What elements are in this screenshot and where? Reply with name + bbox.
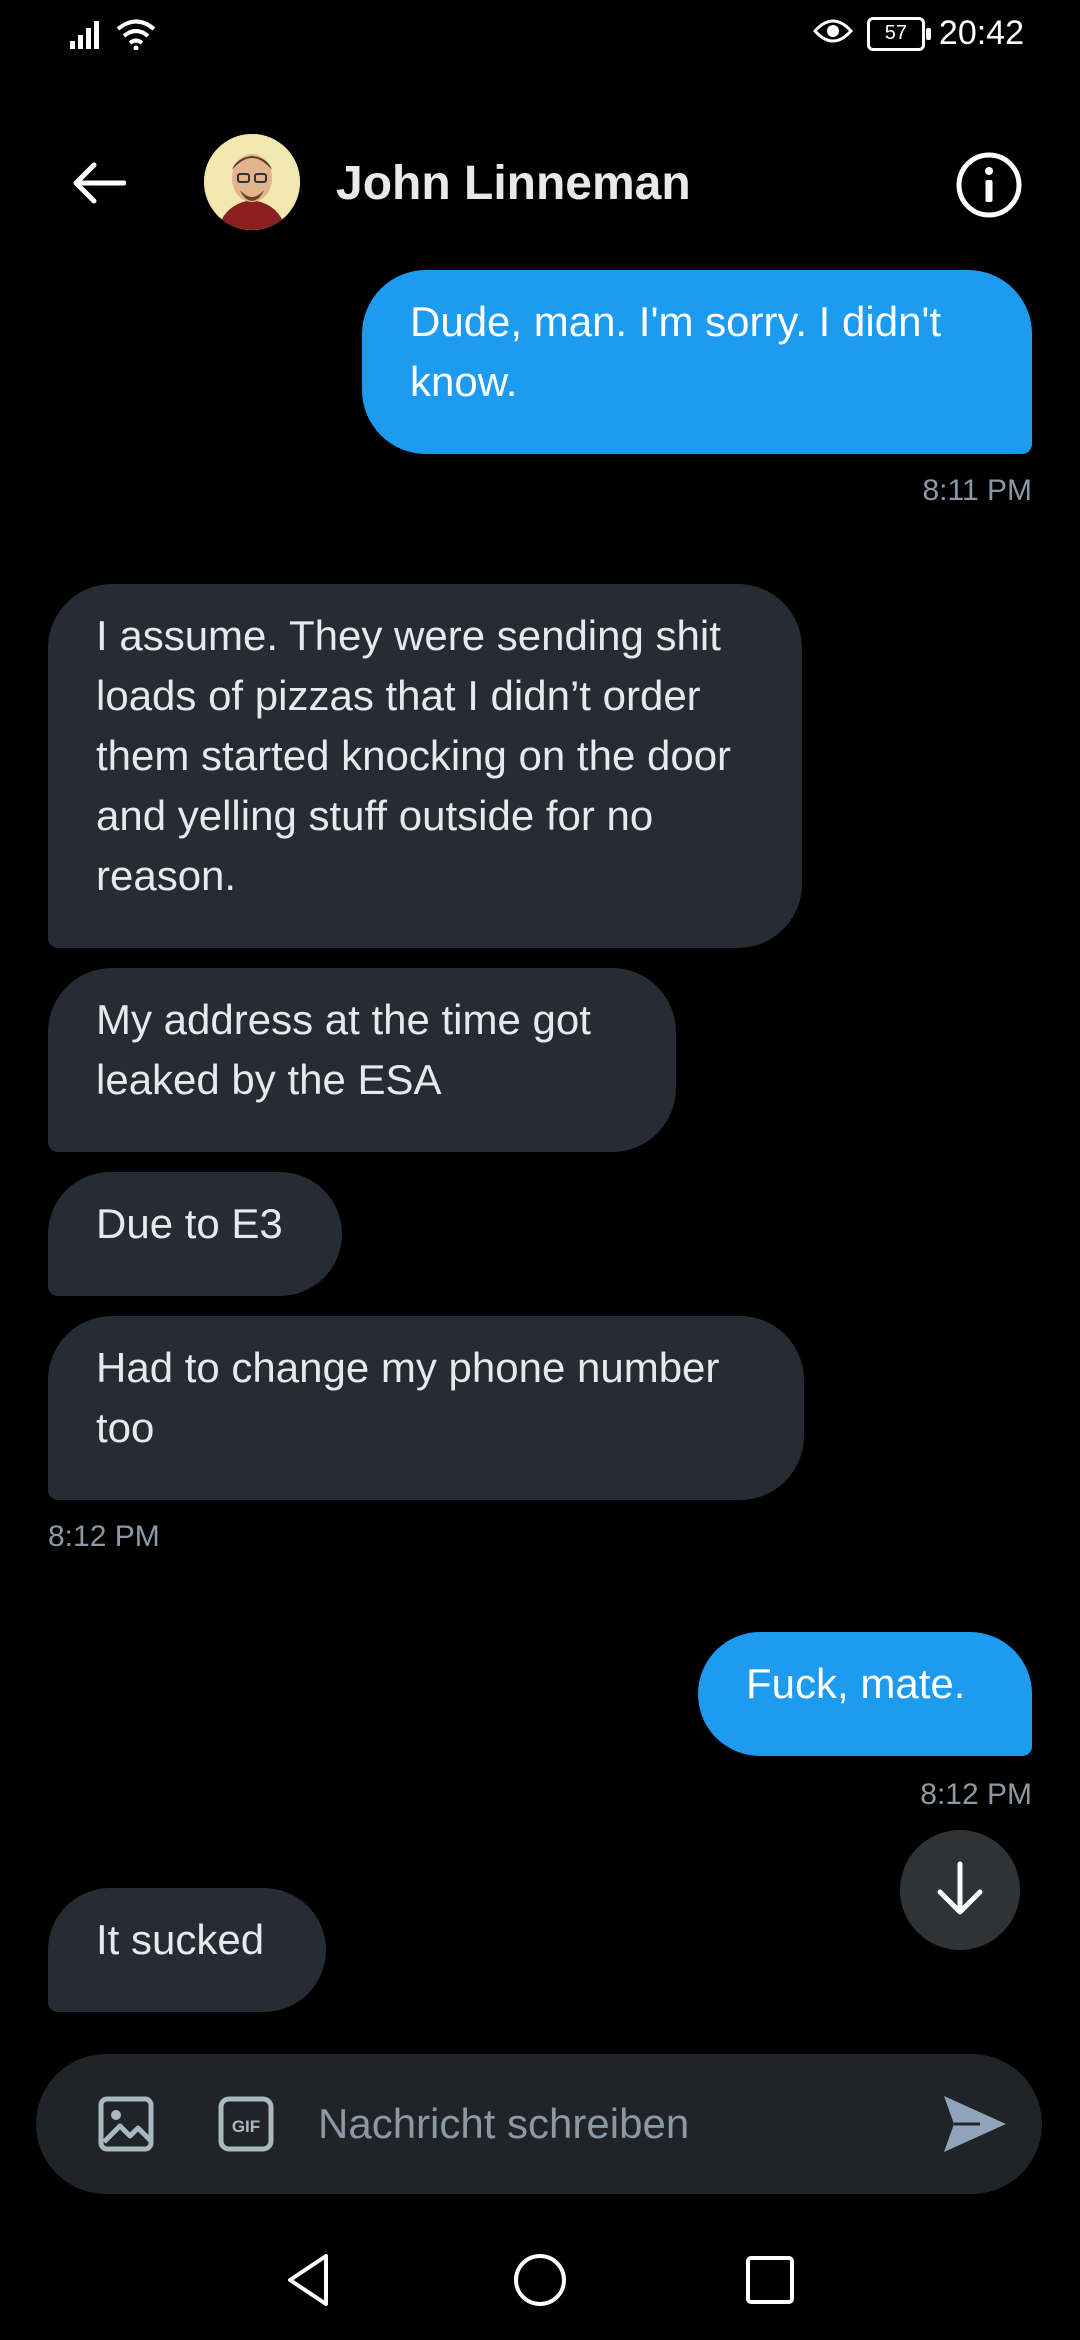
status-right: 57 20:42: [812, 14, 1024, 53]
timestamp: 8:12 PM: [48, 1520, 160, 1553]
nav-recents-icon: [740, 2256, 800, 2314]
back-button[interactable]: [58, 152, 138, 218]
message-incoming[interactable]: Due to E3: [48, 1172, 342, 1296]
system-navigation-bar: [0, 2220, 1080, 2340]
timestamp: 8:11 PM: [922, 474, 1033, 507]
message-incoming[interactable]: It sucked: [48, 1888, 326, 2012]
battery-icon: 57: [866, 16, 931, 51]
message-input[interactable]: [318, 2094, 918, 2154]
battery-level: 57: [884, 22, 908, 44]
conversation-header: John Linneman: [0, 120, 1080, 250]
message-outgoing[interactable]: Fuck, mate.: [698, 1632, 1032, 1756]
message-outgoing[interactable]: Dude, man. I'm sorry. I didn't know.: [362, 270, 1032, 454]
status-time: 20:42: [938, 14, 1024, 52]
avatar[interactable]: [204, 134, 300, 230]
send-icon: [940, 2096, 1010, 2160]
image-icon: [98, 2096, 154, 2156]
wifi-icon: [116, 18, 156, 55]
nav-back-icon: [280, 2254, 340, 2314]
nav-back-button[interactable]: [280, 2250, 340, 2310]
nav-home-button[interactable]: [510, 2250, 570, 2310]
signal-icon: [70, 19, 104, 54]
nav-recents-button[interactable]: [740, 2250, 800, 2310]
info-button[interactable]: [954, 150, 1024, 220]
gif-icon: GIF: [218, 2096, 274, 2152]
message-incoming[interactable]: Had to change my phone number too: [48, 1316, 804, 1500]
back-arrow-icon: [70, 161, 127, 210]
avatar-portrait: [204, 134, 300, 230]
arrow-down-icon: [934, 1860, 986, 1921]
gif-label: GIF: [232, 2117, 260, 2136]
eye-icon: [812, 17, 853, 50]
timestamp: 8:12 PM: [920, 1778, 1032, 1811]
send-button[interactable]: [940, 2092, 1010, 2156]
message-incoming[interactable]: My address at the time got leaked by the…: [48, 968, 676, 1152]
info-icon: [954, 152, 1024, 224]
add-photo-button[interactable]: [98, 2096, 154, 2152]
contact-name[interactable]: John Linneman: [336, 156, 691, 211]
scroll-to-bottom-button[interactable]: [900, 1830, 1020, 1950]
message-composer: GIF: [36, 2054, 1042, 2194]
message-incoming[interactable]: I assume. They were sending shit loads o…: [48, 584, 802, 948]
add-gif-button[interactable]: GIF: [218, 2096, 274, 2152]
nav-home-icon: [510, 2254, 570, 2314]
status-left: [70, 18, 156, 55]
status-bar: 57 20:42: [0, 0, 1080, 72]
